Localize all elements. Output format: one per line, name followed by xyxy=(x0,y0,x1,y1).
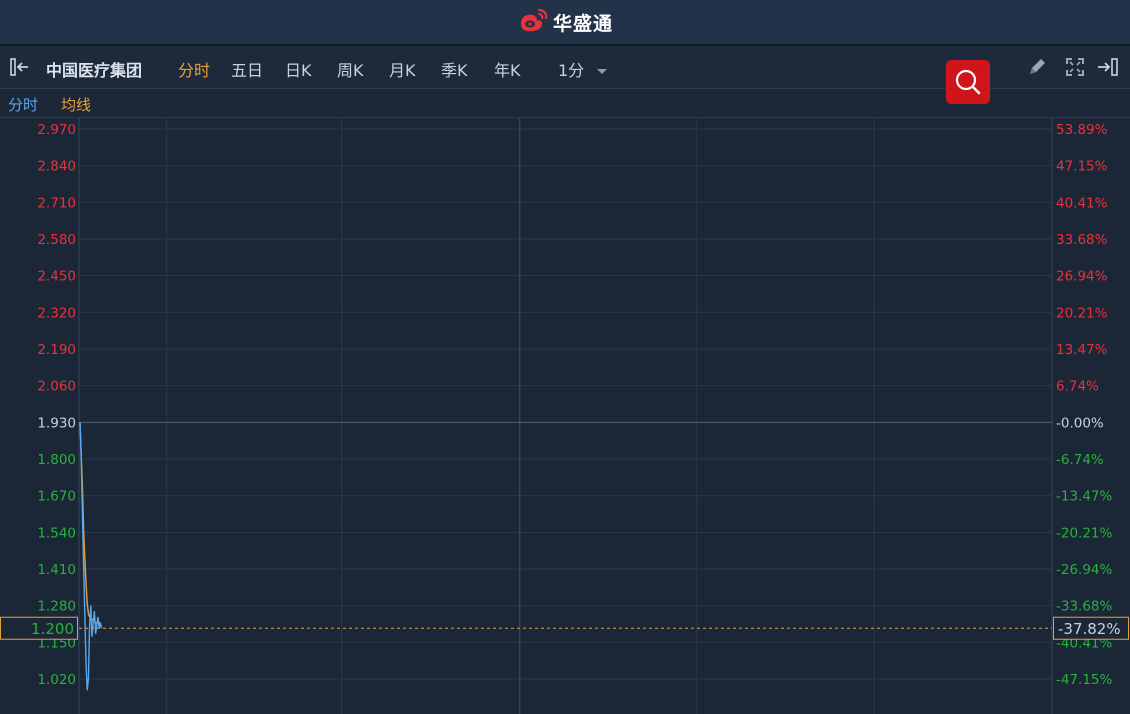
y-tick-pct-label: 40.41% xyxy=(1056,195,1108,211)
brand: 华盛通 xyxy=(517,7,613,37)
current-change-label: -37.82% xyxy=(1058,620,1121,638)
current-price-marker: 1.200 -37.82% xyxy=(0,616,1129,640)
chevron-down-icon xyxy=(589,61,609,80)
y-tick-pct-label: 53.89% xyxy=(1056,122,1108,138)
collapse-right-icon[interactable] xyxy=(1096,56,1122,82)
tab-monthly-k[interactable]: 月K xyxy=(389,57,416,81)
legend-average: 均线 xyxy=(61,96,92,114)
brand-logo-icon xyxy=(517,7,549,37)
y-tick-label: 2.970 xyxy=(37,122,76,138)
y-tick-pct-label: -20.21% xyxy=(1056,525,1113,541)
y-tick-label: 1.410 xyxy=(37,562,76,578)
y-tick-pct-label: 6.74% xyxy=(1056,379,1099,395)
tab-quarterly-k[interactable]: 季K xyxy=(441,57,468,81)
pencil-icon[interactable] xyxy=(1026,56,1048,82)
y-tick-pct-label: -13.47% xyxy=(1056,489,1113,505)
y-tick-pct-label: 13.47% xyxy=(1056,342,1108,358)
legend-intraday: 分时 xyxy=(8,96,39,114)
intraday-chart: 2.970 2.840 2.710 2.580 2.450 2.320 2.190 2.060… xyxy=(0,118,1129,714)
y-tick-label: 2.840 xyxy=(37,159,76,175)
stock-name[interactable]: 中国医疗集团 xyxy=(46,57,142,81)
right-percent-axis: 53.89% 47.15% 40.41% 33.68% 26.94% 20.21% 13.4… xyxy=(1056,122,1113,688)
current-price-label: 1.200 xyxy=(31,620,74,638)
y-tick-label: 1.020 xyxy=(37,672,76,688)
y-tick-label: 1.930 xyxy=(37,415,76,431)
search-icon xyxy=(946,69,990,108)
y-tick-label: 2.450 xyxy=(37,269,76,285)
search-button[interactable] xyxy=(946,60,990,104)
collapse-left-icon[interactable] xyxy=(10,56,34,82)
y-tick-label: 1.280 xyxy=(37,599,76,615)
y-tick-label: 1.800 xyxy=(37,452,76,468)
y-tick-label: 2.320 xyxy=(37,305,76,321)
top-bar: 华盛通 xyxy=(0,0,1130,46)
y-tick-label: 2.710 xyxy=(37,195,76,211)
fullscreen-icon[interactable] xyxy=(1064,56,1086,82)
interval-select[interactable]: 1分 xyxy=(558,57,609,81)
interval-label: 1分 xyxy=(558,61,585,80)
y-tick-pct-label: -6.74% xyxy=(1056,452,1104,468)
brand-name: 华盛通 xyxy=(552,12,613,35)
y-tick-label: 1.540 xyxy=(37,525,76,541)
y-tick-pct-label: 47.15% xyxy=(1056,159,1108,175)
chart-series xyxy=(79,422,103,691)
y-tick-label: 2.190 xyxy=(37,342,76,358)
left-price-axis: 2.970 2.840 2.710 2.580 2.450 2.320 2.190 2.060… xyxy=(37,122,76,688)
y-tick-pct-label: 20.21% xyxy=(1056,305,1108,321)
y-tick-pct-label: -47.15% xyxy=(1056,672,1113,688)
tab-daily-k[interactable]: 日K xyxy=(285,57,312,81)
chart-grid xyxy=(78,118,1053,714)
tab-weekly-k[interactable]: 周K xyxy=(337,57,364,81)
y-tick-pct-label: 33.68% xyxy=(1056,232,1108,248)
y-tick-pct-label: -33.68% xyxy=(1056,599,1113,615)
tab-intraday[interactable]: 分时 xyxy=(178,57,210,81)
y-tick-label: 2.580 xyxy=(37,232,76,248)
y-tick-pct-label: -26.94% xyxy=(1056,562,1113,578)
price-line-series xyxy=(79,422,103,691)
y-tick-label: 1.670 xyxy=(37,489,76,505)
y-tick-pct-label: -0.00% xyxy=(1056,415,1104,431)
tab-yearly-k[interactable]: 年K xyxy=(494,57,521,81)
y-tick-label: 2.060 xyxy=(37,379,76,395)
y-tick-pct-label: 26.94% xyxy=(1056,269,1108,285)
tab-five-day[interactable]: 五日 xyxy=(231,57,263,81)
